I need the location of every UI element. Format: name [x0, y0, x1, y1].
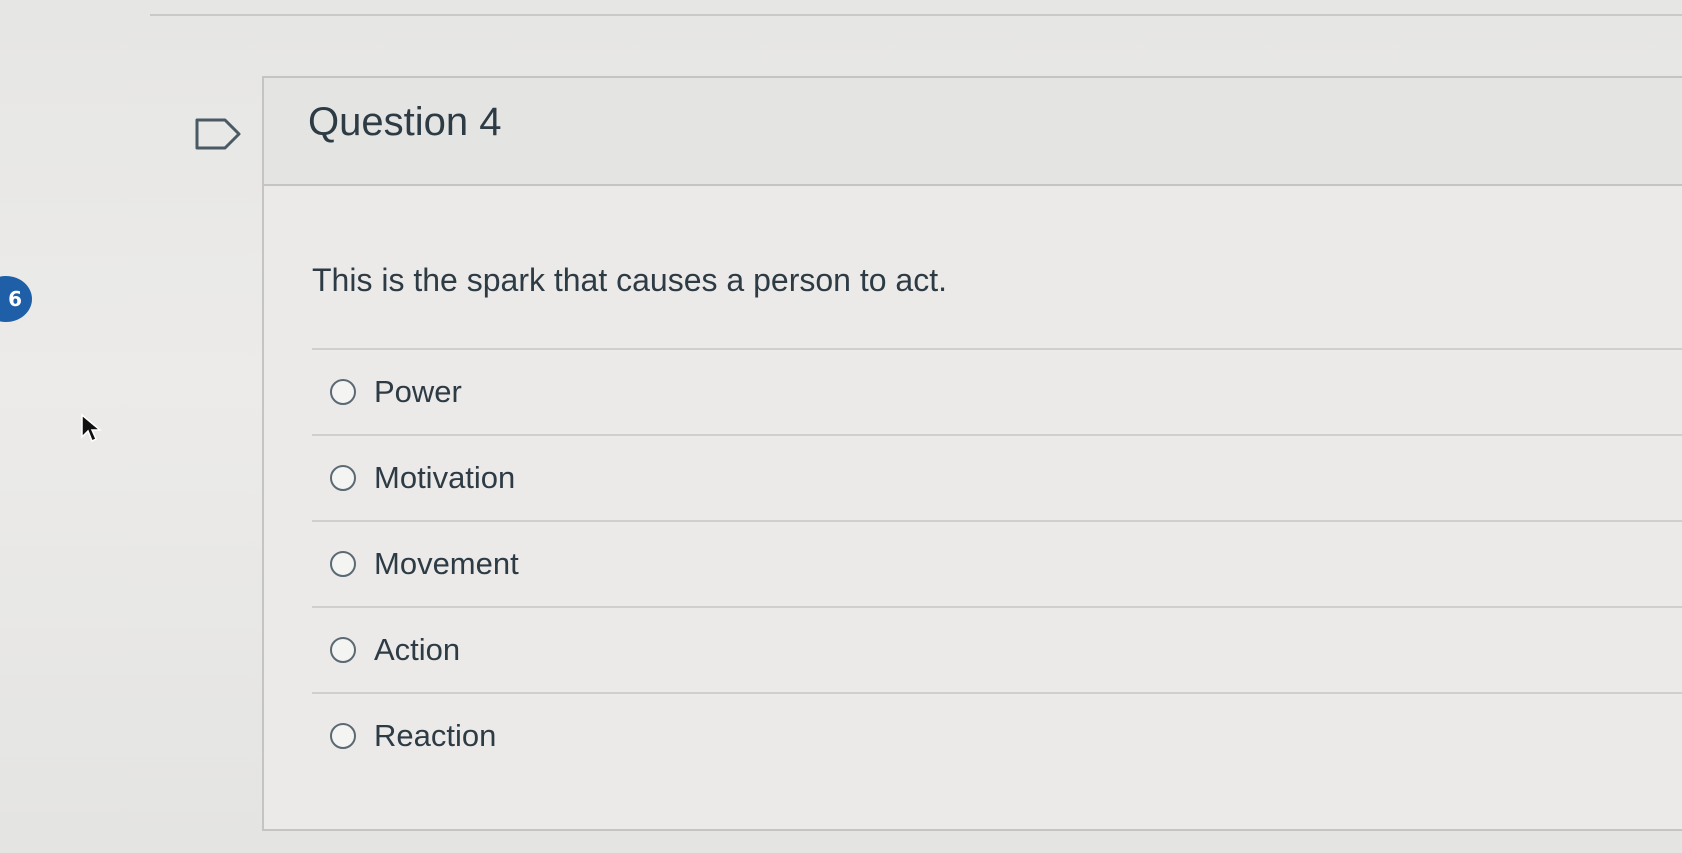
answer-label[interactable]: Movement [374, 546, 519, 582]
answer-option[interactable]: Action [312, 606, 1682, 692]
radio-button[interactable] [330, 637, 356, 663]
question-nav-badge-label: 6 [8, 287, 22, 311]
answer-list: Power Motivation Movement Action Reactio… [312, 348, 1682, 778]
divider [150, 14, 1682, 16]
question-card: Question 4 This is the spark that causes… [262, 76, 1682, 831]
quiz-screen: 6 Question 4 This is the spark that caus… [0, 0, 1682, 853]
radio-button[interactable] [330, 379, 356, 405]
answer-label[interactable]: Power [374, 374, 462, 410]
radio-button[interactable] [330, 551, 356, 577]
answer-label[interactable]: Reaction [374, 718, 496, 754]
answer-label[interactable]: Motivation [374, 460, 515, 496]
answer-option[interactable]: Power [312, 348, 1682, 434]
answer-option[interactable]: Movement [312, 520, 1682, 606]
question-nav-badge[interactable]: 6 [0, 276, 32, 322]
radio-button[interactable] [330, 723, 356, 749]
question-header: Question 4 [264, 78, 1682, 186]
answer-option[interactable]: Motivation [312, 434, 1682, 520]
question-text: This is the spark that causes a person t… [312, 262, 947, 298]
answer-option[interactable]: Reaction [312, 692, 1682, 778]
flag-question-icon[interactable] [195, 118, 243, 150]
radio-button[interactable] [330, 465, 356, 491]
question-title: Question 4 [308, 100, 502, 144]
mouse-pointer-icon [81, 413, 102, 443]
answer-label[interactable]: Action [374, 632, 460, 668]
